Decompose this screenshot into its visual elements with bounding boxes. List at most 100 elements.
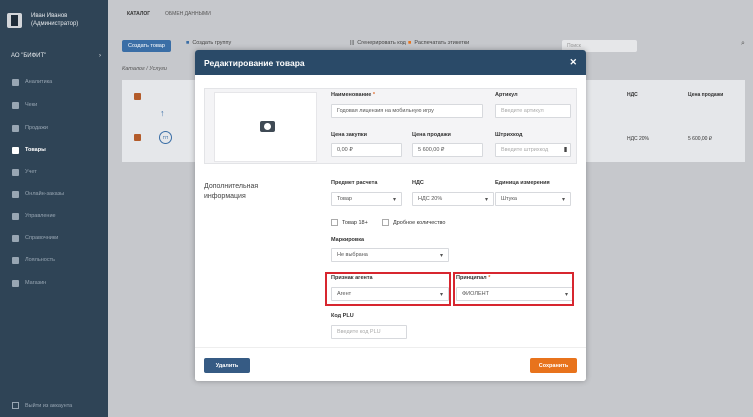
plu-field[interactable]: Введите код PLU [331, 325, 407, 339]
org-name: АО "БИФИТ" [11, 53, 47, 59]
loyalty-icon [12, 256, 19, 264]
sidebar-item-label: Управление [25, 213, 56, 219]
sidebar-item-directory[interactable]: Справочники [12, 232, 58, 244]
fractional-quantity-checkbox[interactable] [382, 219, 389, 226]
print-labels-button[interactable]: ■ Распечатать этикетки [408, 40, 469, 46]
sidebar-item-label: Онлайн-заказы [25, 191, 65, 197]
sale-price-field[interactable]: 5 600,00 ₽ [412, 143, 483, 157]
accounting-icon [12, 168, 19, 176]
section-title: Дополнительная информация [204, 183, 259, 200]
breadcrumb: Каталог / Услуги [122, 66, 167, 72]
select-all-checkbox[interactable] [134, 93, 141, 100]
article-label: Артикул [495, 92, 518, 98]
search-icon[interactable]: ⌕ [741, 40, 745, 48]
print-labels-label: Распечатать этикетки [414, 40, 470, 46]
sidebar-item-label: Товары [25, 147, 46, 153]
sidebar-item-analytics[interactable]: Аналитика [12, 76, 52, 88]
create-group-label: Создать группу [192, 40, 232, 46]
create-product-button[interactable]: Создать товар [122, 40, 171, 52]
printer-icon: ■ [408, 40, 412, 46]
back-arrow-icon[interactable]: ↑ [160, 108, 165, 118]
barcode-field[interactable]: Введите штрихкод ||||| [495, 143, 571, 157]
sidebar-item-loyalty[interactable]: Лояльность [12, 254, 55, 266]
agent-highlight [325, 272, 451, 306]
logout-button[interactable]: Выйти из аккаунта [12, 402, 72, 409]
sidebar-item-sales[interactable]: Продажи [12, 122, 48, 134]
unit-label: Единица измерения [495, 180, 550, 186]
vat-select[interactable]: НДС 20% [412, 192, 494, 206]
sidebar-item-accounting[interactable]: Учет [12, 166, 37, 178]
sidebar-item-orders[interactable]: Онлайн-заказы [12, 188, 64, 200]
save-button[interactable]: Сохранить [530, 358, 577, 373]
age-restriction-checkbox[interactable] [331, 219, 338, 226]
generate-code-button[interactable]: ||| Сгенерировать код [350, 40, 406, 46]
sidebar-item-label: Аналитика [25, 79, 53, 85]
column-header-price: Цена продажи [688, 92, 724, 98]
column-header-vat: НДС [627, 92, 638, 98]
create-group-button[interactable]: ■ Создать группу [186, 40, 231, 46]
receipt-icon [12, 101, 19, 109]
modal-footer: Удалить Сохранить [195, 347, 586, 381]
chevron-right-icon: › [99, 53, 101, 59]
marking-label: Маркировка [331, 237, 365, 243]
modal-header: Редактирование товара ✕ [195, 50, 586, 75]
unit-select[interactable]: Штука [495, 192, 571, 206]
sidebar-item-goods[interactable]: Товары [12, 144, 46, 156]
management-icon [12, 212, 19, 220]
tab-data-exchange[interactable]: ОБМЕН ДАННЫМИ [165, 11, 211, 17]
modal-body: Наименование * Годовая лицензия на мобил… [195, 75, 586, 381]
barcode-label: Штрихкод [495, 132, 523, 138]
user-name: Иван Иванов [31, 13, 68, 19]
sidebar-item-label: Справочники [25, 235, 59, 241]
chart-icon [12, 78, 19, 86]
marking-select[interactable]: Не выбрана [331, 248, 449, 262]
principal-highlight [453, 272, 574, 306]
barcode-icon: ||| [350, 40, 355, 46]
sale-price-label: Цена продажи [412, 132, 451, 138]
vat-label: НДС [412, 180, 424, 186]
cell-price: 5 600,00 ₽ [688, 136, 713, 142]
sidebar-item-management[interactable]: Управление [12, 210, 56, 222]
sidebar-item-label: Учет [25, 169, 37, 175]
modal-title: Редактирование товара [204, 57, 305, 68]
avatar [7, 12, 22, 28]
fractional-quantity-label: Дробное количество [393, 220, 446, 226]
subject-select[interactable]: Товар [331, 192, 402, 206]
shop-icon [12, 279, 19, 287]
cell-vat: НДС 20% [627, 136, 650, 142]
article-field[interactable]: Введите артикул [495, 104, 571, 118]
close-icon[interactable]: ✕ [569, 57, 577, 68]
barcode-placeholder: Введите штрихкод [501, 147, 549, 153]
barcode-icon[interactable]: ||||| [564, 147, 567, 153]
camera-icon [260, 121, 275, 132]
org-selector[interactable]: АО "БИФИТ" › [11, 53, 101, 59]
sidebar-item-label: Магазин [25, 280, 47, 286]
edit-product-modal: Редактирование товара ✕ Наименование * Г… [195, 50, 586, 381]
unit-badge: ГП [159, 131, 172, 144]
goods-icon [12, 146, 19, 154]
sidebar: Иван Иванов (Администратор) АО "БИФИТ" › … [0, 0, 108, 417]
sidebar-item-shop[interactable]: Магазин [12, 277, 46, 289]
tab-catalog[interactable]: КАТАЛОГ [127, 11, 150, 17]
photo-upload[interactable] [214, 92, 317, 162]
sidebar-item-receipts[interactable]: Чеки [12, 99, 37, 111]
user-profile[interactable]: Иван Иванов (Администратор) [7, 5, 103, 35]
sidebar-item-label: Продажи [25, 125, 48, 131]
name-field[interactable]: Годовая лицензия на мобильную игру [331, 104, 483, 118]
purchase-price-label: Цена закупки [331, 132, 368, 138]
orders-icon [12, 190, 19, 198]
purchase-price-field[interactable]: 0,00 ₽ [331, 143, 402, 157]
sales-icon [12, 124, 19, 132]
sidebar-item-label: Лояльность [25, 257, 55, 263]
name-label: Наименование * [331, 92, 376, 98]
folder-icon: ■ [186, 40, 190, 46]
user-role: (Администратор) [31, 21, 79, 27]
directory-icon [12, 234, 19, 242]
sidebar-item-label: Чеки [25, 102, 38, 108]
row-checkbox[interactable] [134, 134, 141, 141]
logout-icon [12, 402, 19, 409]
logout-label: Выйти из аккаунта [25, 402, 73, 409]
delete-button[interactable]: Удалить [204, 358, 250, 373]
generate-code-label: Сгенерировать код [357, 40, 406, 46]
age-restriction-label: Товар 18+ [342, 220, 368, 226]
